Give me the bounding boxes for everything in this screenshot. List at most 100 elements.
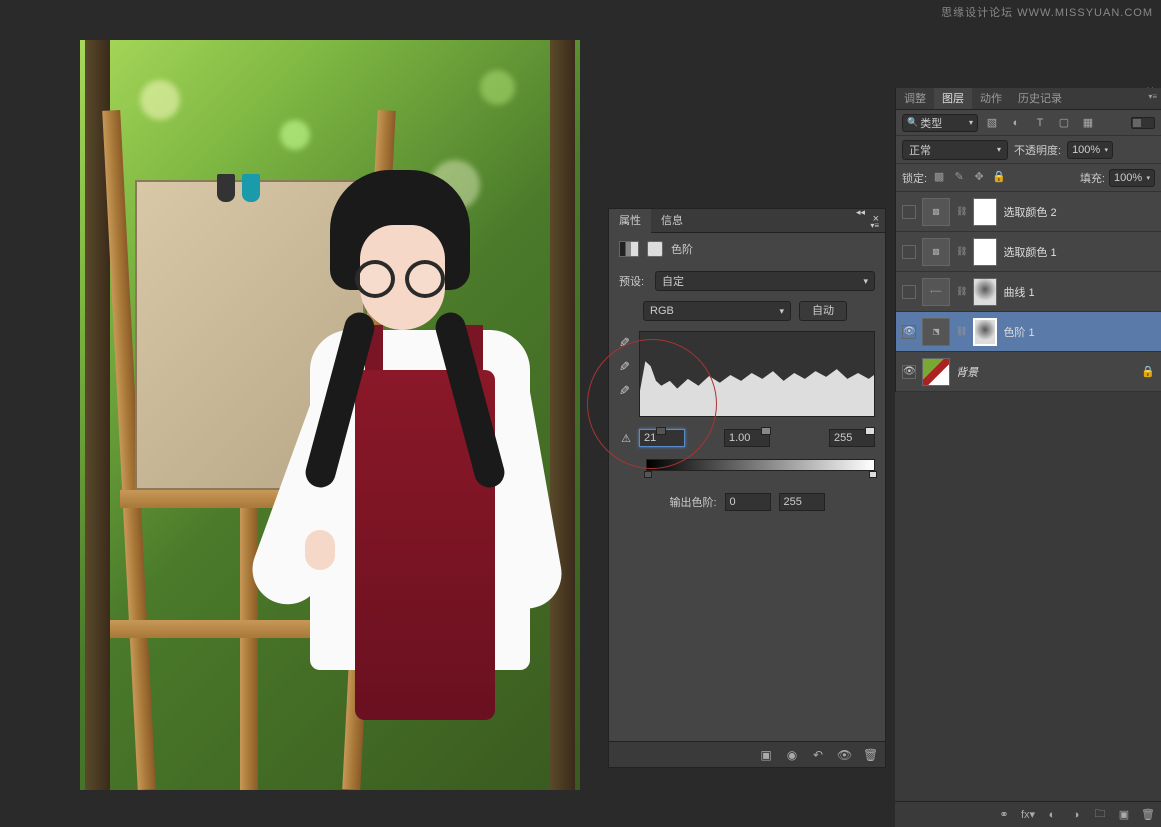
photo-content: [80, 40, 580, 790]
clip-to-layer-icon[interactable]: ▣: [759, 748, 773, 762]
lock-transparency-icon[interactable]: ▩: [931, 170, 947, 186]
layers-footer: ⚭ fx▾ ◐ ◑ 🗀 ▣ 🗑: [895, 801, 1161, 827]
tabs-menu-icon[interactable]: ▾≡: [1148, 92, 1157, 101]
adjustment-layer-icon[interactable]: ◑: [1069, 809, 1083, 821]
mask-thumb[interactable]: [973, 238, 997, 266]
visibility-icon[interactable]: 👁: [837, 748, 851, 762]
filter-type-select[interactable]: 类型: [902, 114, 978, 132]
panel-menu-icon[interactable]: ▾≡: [870, 221, 879, 230]
filter-pixel-icon[interactable]: ▧: [982, 115, 1002, 131]
tab-info[interactable]: 信息: [651, 209, 693, 233]
visibility-toggle[interactable]: [902, 205, 916, 219]
lock-pixels-icon[interactable]: ✎: [951, 170, 967, 186]
filter-toggle[interactable]: [1131, 117, 1155, 129]
new-layer-icon[interactable]: ▣: [1117, 808, 1131, 821]
layer-thumb[interactable]: ▩: [922, 198, 950, 226]
mask-thumb[interactable]: [973, 278, 997, 306]
preset-label: 预设:: [619, 273, 649, 289]
mask-thumb[interactable]: [973, 318, 997, 346]
right-tabs: 调整 图层 动作 历史记录 ▾≡: [896, 88, 1161, 110]
group-icon[interactable]: 🗀: [1093, 805, 1107, 824]
auto-button[interactable]: 自动: [799, 301, 847, 321]
eyedropper-gray-icon[interactable]: [619, 359, 633, 373]
histogram[interactable]: [639, 331, 875, 417]
fill-label: 填充:: [1080, 170, 1105, 186]
properties-footer: ▣ ◉ ↶ 👁 🗑: [609, 741, 885, 767]
watermark-text: 思缘设计论坛 WWW.MISSYUAN.COM: [941, 4, 1153, 20]
layer-thumb[interactable]: ▩: [922, 238, 950, 266]
layer-name[interactable]: 选取颜色 2: [1003, 204, 1056, 220]
output-levels-row: 输出色阶:: [609, 473, 885, 517]
tab-layers[interactable]: 图层: [934, 88, 972, 109]
tab-adjustments[interactable]: 调整: [896, 88, 934, 109]
layer-row[interactable]: ⬳ ⛓ 曲线 1: [896, 272, 1161, 312]
link-icon: ⛓: [956, 246, 967, 257]
visibility-toggle[interactable]: [902, 245, 916, 259]
channel-row: RGB 自动: [609, 297, 885, 325]
tab-actions[interactable]: 动作: [972, 88, 1010, 109]
midtone-slider-handle[interactable]: [761, 427, 771, 435]
preset-select[interactable]: 自定: [655, 271, 875, 291]
input-slider-track[interactable]: [646, 427, 875, 437]
layer-row[interactable]: ▩ ⛓ 选取颜色 2: [896, 192, 1161, 232]
link-icon: ⛓: [956, 286, 967, 297]
mask-icon[interactable]: [647, 241, 663, 257]
link-layers-icon[interactable]: ⚭: [997, 808, 1011, 821]
blend-mode-select[interactable]: 正常: [902, 140, 1008, 160]
filter-type-icon[interactable]: T: [1030, 115, 1050, 131]
opacity-input[interactable]: 100%: [1067, 141, 1113, 159]
layer-name[interactable]: 曲线 1: [1003, 284, 1034, 300]
layer-name[interactable]: 选取颜色 1: [1003, 244, 1056, 260]
trash-icon[interactable]: 🗑: [863, 748, 877, 762]
output-high-handle[interactable]: [869, 471, 877, 478]
layer-thumb[interactable]: [922, 358, 950, 386]
link-icon: ⛓: [956, 206, 967, 217]
filter-smart-icon[interactable]: ▦: [1078, 115, 1098, 131]
layer-row[interactable]: 👁 ⬔ ⛓ 色阶 1: [896, 312, 1161, 352]
output-gradient[interactable]: [646, 459, 875, 471]
highlight-slider-handle[interactable]: [865, 427, 875, 435]
tab-history[interactable]: 历史记录: [1010, 88, 1070, 109]
layer-filter-row: 类型 ▧ ◐ T ▢ ▦: [896, 110, 1161, 136]
properties-panel-header: 属性 信息 ◂◂ × ▾≡: [609, 209, 885, 233]
layer-thumb[interactable]: ⬳: [922, 278, 950, 306]
blend-row: 正常 不透明度: 100%: [896, 136, 1161, 164]
layer-thumb[interactable]: ⬔: [922, 318, 950, 346]
layer-style-icon[interactable]: fx▾: [1021, 808, 1035, 821]
output-high-field[interactable]: [779, 493, 825, 511]
visibility-toggle[interactable]: 👁: [902, 325, 916, 339]
channel-select[interactable]: RGB: [643, 301, 791, 321]
layers-list: ▩ ⛓ 选取颜色 2 ▩ ⛓ 选取颜色 1 ⬳ ⛓ 曲线 1 👁 ⬔ ⛓ 色阶 …: [896, 192, 1161, 392]
filter-shape-icon[interactable]: ▢: [1054, 115, 1074, 131]
collapse-icon[interactable]: ◂◂: [856, 207, 865, 218]
layer-name[interactable]: 背景: [956, 364, 978, 380]
layer-mask-icon[interactable]: ◐: [1045, 809, 1059, 821]
shadow-slider-handle[interactable]: [656, 427, 666, 435]
opacity-label: 不透明度:: [1014, 142, 1061, 158]
lock-icon: 🔒: [1141, 365, 1155, 378]
visibility-toggle[interactable]: 👁: [902, 365, 916, 379]
lock-position-icon[interactable]: ✥: [971, 170, 987, 186]
tab-properties[interactable]: 属性: [609, 209, 651, 233]
filter-adjustment-icon[interactable]: ◐: [1006, 115, 1026, 131]
fill-input[interactable]: 100%: [1109, 169, 1155, 187]
delete-layer-icon[interactable]: 🗑: [1141, 808, 1155, 821]
layer-name[interactable]: 色阶 1: [1003, 324, 1034, 340]
output-low-handle[interactable]: [644, 471, 652, 478]
eyedropper-black-icon[interactable]: [619, 335, 633, 349]
visibility-toggle[interactable]: [902, 285, 916, 299]
properties-panel: 属性 信息 ◂◂ × ▾≡ 色阶 预设: 自定 RGB 自动 ⚠: [608, 208, 886, 768]
layer-row[interactable]: ▩ ⛓ 选取颜色 1: [896, 232, 1161, 272]
view-previous-icon[interactable]: ◉: [785, 748, 799, 762]
eyedropper-white-icon[interactable]: [619, 383, 633, 397]
output-label: 输出色阶:: [669, 494, 716, 510]
layer-row[interactable]: 👁 背景 🔒: [896, 352, 1161, 392]
preset-row: 预设: 自定: [609, 265, 885, 297]
reset-icon[interactable]: ↶: [811, 748, 825, 762]
warning-icon[interactable]: ⚠: [619, 432, 633, 445]
lock-all-icon[interactable]: 🔒: [991, 170, 1007, 186]
canvas[interactable]: [80, 40, 580, 790]
mask-thumb[interactable]: [973, 198, 997, 226]
lock-label: 锁定:: [902, 170, 927, 186]
output-low-field[interactable]: [725, 493, 771, 511]
